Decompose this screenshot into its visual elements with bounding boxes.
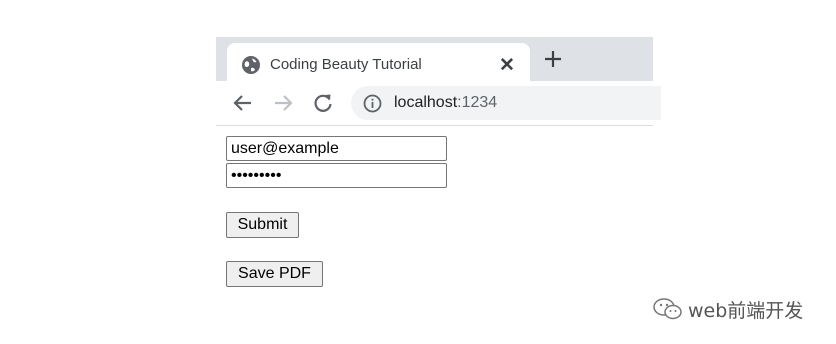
submit-button[interactable]: Submit <box>226 212 299 238</box>
watermark-text: web前端开发 <box>688 299 804 322</box>
url-host: localhost <box>394 94 458 111</box>
watermark: web前端开发 <box>652 296 803 322</box>
password-field[interactable] <box>226 163 447 188</box>
address-bar[interactable]: localhost:1234 <box>351 86 661 120</box>
tab-title: Coding Beauty Tutorial <box>270 56 422 73</box>
email-field[interactable] <box>226 136 447 161</box>
close-tab-icon[interactable]: ✕ <box>497 55 517 75</box>
info-icon[interactable] <box>363 94 382 113</box>
url-text: localhost:1234 <box>394 94 497 112</box>
reload-icon[interactable] <box>312 92 334 114</box>
wechat-icon <box>653 298 682 320</box>
globe-icon <box>242 56 260 74</box>
tab-strip: Coding Beauty Tutorial ✕ <box>216 37 653 81</box>
plus-icon[interactable] <box>542 48 564 70</box>
url-port: :1234 <box>457 94 498 111</box>
browser-toolbar: localhost:1234 <box>216 81 661 126</box>
arrow-left-icon[interactable] <box>232 92 254 114</box>
save-pdf-button[interactable]: Save PDF <box>226 261 323 287</box>
arrow-right-icon[interactable] <box>272 92 294 114</box>
tab-active[interactable]: Coding Beauty Tutorial ✕ <box>227 43 530 81</box>
